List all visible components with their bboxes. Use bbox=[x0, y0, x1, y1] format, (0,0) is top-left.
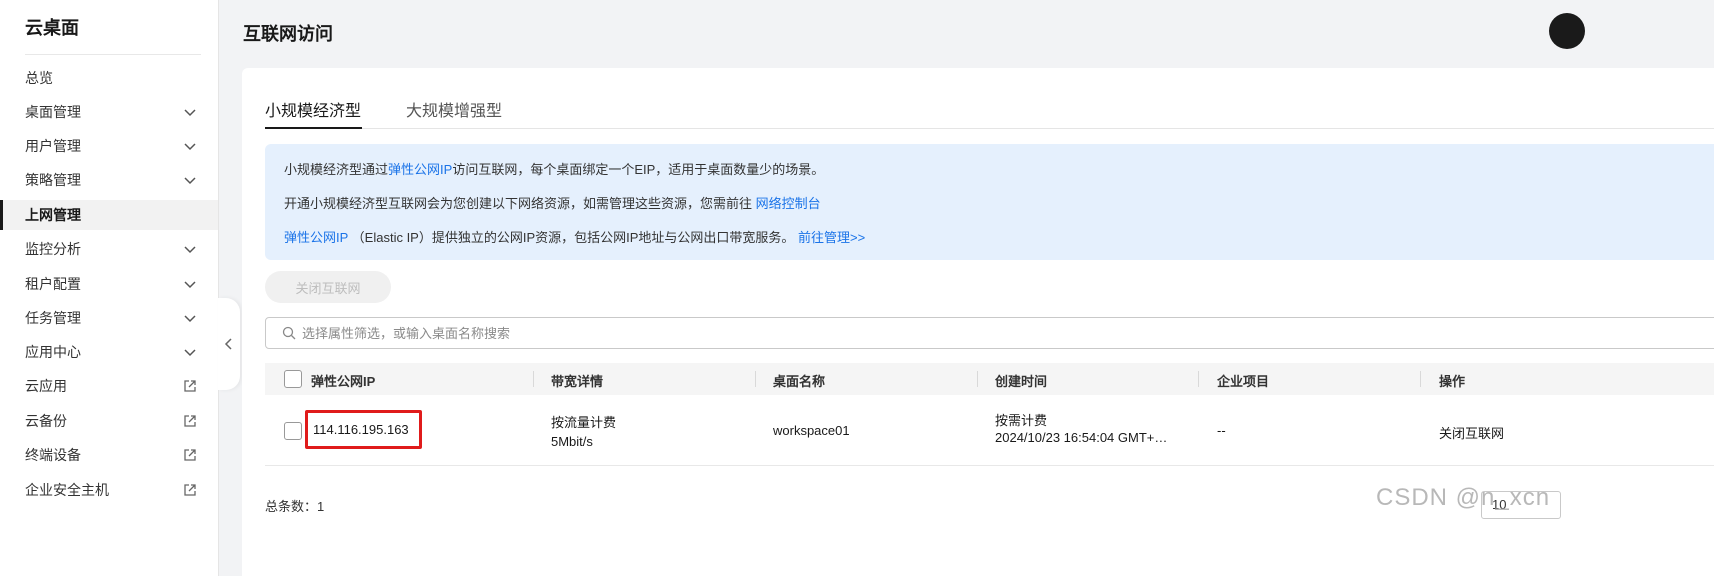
total-value: 1 bbox=[317, 499, 325, 514]
sidebar-item-label: 桌面管理 bbox=[25, 104, 81, 120]
chevron-down-icon bbox=[184, 109, 196, 117]
network-console-link[interactable]: 网络控制台 bbox=[756, 196, 821, 211]
search-input[interactable] bbox=[302, 325, 1302, 341]
info-line-1: 小规模经济型通过弹性公网IP访问互联网，每个桌面绑定一个EIP，适用于桌面数量少… bbox=[284, 159, 824, 178]
column-header-created-time: 创建时间 bbox=[995, 374, 1048, 389]
sidebar-item-label: 用户管理 bbox=[25, 138, 81, 154]
go-manage-link[interactable]: 前往管理>> bbox=[798, 230, 865, 245]
sidebar-item-enterprise-host-security[interactable]: 企业安全主机 bbox=[0, 475, 218, 505]
sidebar-item-label: 任务管理 bbox=[25, 310, 81, 326]
sidebar: 云桌面 总览 桌面管理 用户管理 策略管理 上网管理 监控分析 租户配置 任务管… bbox=[0, 0, 219, 576]
eip-address-link[interactable]: 114.116.195.163 bbox=[313, 422, 409, 437]
chevron-down-icon bbox=[184, 143, 196, 151]
sidebar-item-label: 上网管理 bbox=[25, 207, 81, 223]
column-header-eip: 弹性公网IP bbox=[311, 374, 376, 389]
sidebar-item-label: 租户配置 bbox=[25, 276, 81, 292]
sidebar-item-label: 应用中心 bbox=[25, 344, 81, 360]
chevron-down-icon bbox=[184, 349, 196, 357]
sidebar-item-label: 监控分析 bbox=[25, 241, 81, 257]
chevron-down-icon bbox=[184, 177, 196, 185]
external-link-icon bbox=[184, 449, 196, 461]
column-header-bandwidth: 带宽详情 bbox=[551, 374, 604, 389]
info-line-2: 开通小规模经济型互联网会为您创建以下网络资源，如需管理这些资源，您需前往 网络控… bbox=[284, 193, 821, 212]
highlight-box: 114.116.195.163 bbox=[305, 410, 422, 449]
tab-large-scale-enhanced[interactable]: 大规模增强型 bbox=[406, 97, 502, 121]
info-text: 小规模经济型通过 bbox=[284, 162, 389, 177]
sidebar-item-desktop-management[interactable]: 桌面管理 bbox=[0, 97, 218, 127]
sidebar-item-overview[interactable]: 总览 bbox=[0, 63, 218, 93]
tab-small-scale-economy[interactable]: 小规模经济型 bbox=[265, 97, 361, 121]
chevron-left-icon bbox=[224, 338, 232, 350]
table-row: 114.116.195.163 按流量计费 5Mbit/s workspace0… bbox=[265, 396, 1714, 466]
sidebar-item-policy-management[interactable]: 策略管理 bbox=[0, 165, 218, 195]
column-header-desktop-name: 桌面名称 bbox=[773, 374, 826, 389]
created-time: 2024/10/23 16:54:04 GMT+… bbox=[995, 430, 1168, 445]
sidebar-item-cloud-app[interactable]: 云应用 bbox=[0, 371, 218, 401]
sidebar-item-label: 终端设备 bbox=[25, 447, 81, 463]
column-divider bbox=[1420, 371, 1421, 387]
eip-link[interactable]: 弹性公网IP bbox=[284, 230, 348, 245]
sidebar-divider bbox=[25, 54, 201, 55]
bandwidth-billing-type: 按流量计费 bbox=[551, 415, 617, 430]
sidebar-item-monitoring[interactable]: 监控分析 bbox=[0, 234, 218, 264]
close-internet-button[interactable]: 关闭互联网 bbox=[265, 271, 391, 303]
column-divider bbox=[755, 371, 756, 387]
chevron-down-icon bbox=[184, 246, 196, 254]
chevron-down-icon bbox=[184, 315, 196, 323]
avatar[interactable] bbox=[1549, 13, 1585, 49]
bandwidth-value: 5Mbit/s bbox=[551, 434, 593, 449]
sidebar-item-label: 云应用 bbox=[25, 378, 67, 394]
tab-bar: 小规模经济型 大规模增强型 bbox=[265, 95, 1714, 129]
search-icon bbox=[282, 326, 296, 340]
sidebar-item-label: 云备份 bbox=[25, 413, 67, 429]
info-text: 开通小规模经济型互联网会为您创建以下网络资源，如需管理这些资源，您需前往 bbox=[284, 196, 756, 211]
sidebar-collapse-button[interactable] bbox=[218, 298, 240, 390]
sidebar-item-terminal-devices[interactable]: 终端设备 bbox=[0, 440, 218, 470]
info-line-3: 弹性公网IP （Elastic IP）提供独立的公网IP资源，包括公网IP地址与… bbox=[284, 227, 865, 246]
column-header-enterprise-project: 企业项目 bbox=[1217, 374, 1270, 389]
eip-link[interactable]: 弹性公网IP bbox=[388, 162, 452, 177]
column-divider bbox=[533, 371, 534, 387]
chevron-down-icon bbox=[184, 281, 196, 289]
table-header: 弹性公网IP 带宽详情 桌面名称 创建时间 企业项目 操作 bbox=[265, 363, 1714, 395]
sidebar-item-label: 企业安全主机 bbox=[25, 482, 109, 498]
external-link-icon bbox=[184, 415, 196, 427]
total-label: 总条数： bbox=[265, 499, 318, 514]
active-tab-indicator bbox=[265, 127, 362, 129]
watermark: CSDN @n_xcn bbox=[1376, 484, 1551, 511]
sidebar-item-user-management[interactable]: 用户管理 bbox=[0, 131, 218, 161]
row-checkbox[interactable] bbox=[284, 422, 302, 440]
sidebar-item-cloud-backup[interactable]: 云备份 bbox=[0, 406, 218, 436]
select-all-checkbox[interactable] bbox=[284, 370, 302, 388]
sidebar-title: 云桌面 bbox=[25, 18, 79, 38]
enterprise-project: -- bbox=[1217, 423, 1226, 438]
column-header-actions: 操作 bbox=[1439, 374, 1466, 389]
close-internet-action-link[interactable]: 关闭互联网 bbox=[1439, 423, 1504, 442]
column-divider bbox=[977, 371, 978, 387]
info-text: 访问互联网，每个桌面绑定一个EIP，适用于桌面数量少的场景。 bbox=[452, 162, 825, 177]
sidebar-item-tenant-config[interactable]: 租户配置 bbox=[0, 269, 218, 299]
sidebar-item-task-management[interactable]: 任务管理 bbox=[0, 303, 218, 333]
page-title: 互联网访问 bbox=[243, 24, 333, 44]
info-banner: 小规模经济型通过弹性公网IP访问互联网，每个桌面绑定一个EIP，适用于桌面数量少… bbox=[265, 144, 1714, 260]
column-divider bbox=[1198, 371, 1199, 387]
desktop-name-link[interactable]: workspace01 bbox=[773, 423, 850, 438]
total-count: 总条数：1 bbox=[265, 496, 324, 515]
info-text: （Elastic IP）提供独立的公网IP资源，包括公网IP地址与公网出口带宽服… bbox=[348, 230, 799, 245]
sidebar-item-internet-management[interactable]: 上网管理 bbox=[0, 200, 218, 230]
external-link-icon bbox=[184, 380, 196, 392]
search-bar[interactable] bbox=[265, 317, 1714, 349]
external-link-icon bbox=[184, 484, 196, 496]
sidebar-item-app-center[interactable]: 应用中心 bbox=[0, 337, 218, 367]
sidebar-item-label: 策略管理 bbox=[25, 172, 81, 188]
sidebar-item-label: 总览 bbox=[25, 70, 53, 86]
billing-mode: 按需计费 bbox=[995, 413, 1048, 428]
